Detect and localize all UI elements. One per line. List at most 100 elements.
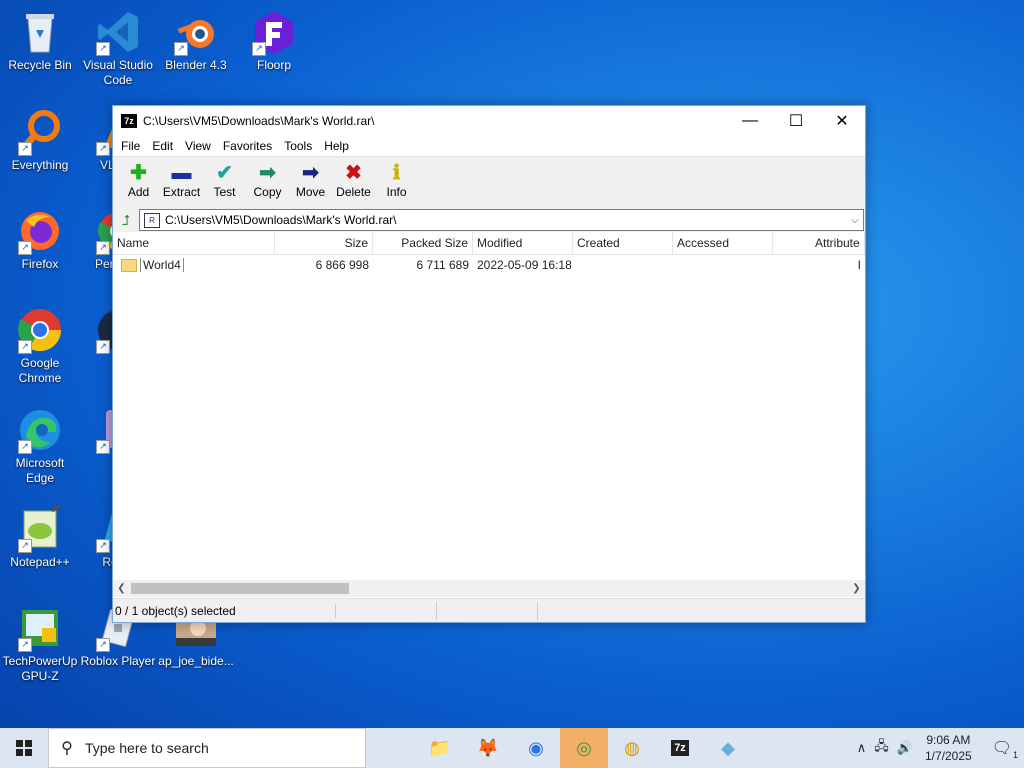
row-attributes: I — [857, 258, 861, 272]
shortcut-arrow-icon: ↗ — [96, 340, 110, 354]
info-button[interactable]: ℹ Info — [375, 157, 418, 207]
menu-help[interactable]: Help — [318, 139, 355, 153]
shortcut-arrow-icon: ↗ — [174, 42, 188, 56]
shortcut-arrow-icon: ↗ — [96, 539, 110, 553]
info-icon: ℹ — [392, 162, 401, 184]
desktop-icon-label: Everything — [11, 158, 69, 172]
file-name: World4 — [140, 257, 184, 273]
app-blue-icon[interactable]: ◆ — [704, 728, 752, 768]
desktop-icon-gpu-z[interactable]: ↗ TechPowerUp GPU-Z — [2, 604, 78, 684]
menu-file[interactable]: File — [115, 139, 146, 153]
table-row[interactable]: World4 6 866 998 6 711 689 2022-05-09 16… — [113, 255, 865, 275]
desktop-icon-notepad-plus-plus[interactable]: ↗ Notepad++ — [2, 503, 78, 570]
volume-icon[interactable]: 🔊 — [893, 740, 917, 756]
desktop-icon-recycle-bin[interactable]: Recycle Bin — [2, 8, 78, 73]
column-header-created[interactable]: Created — [573, 232, 673, 254]
add-button[interactable]: ✚ Add — [117, 157, 160, 207]
desktop-icon-floorp[interactable]: ↗ Floorp — [236, 8, 312, 73]
test-label: Test — [213, 185, 236, 199]
search-icon: ⚲ — [61, 740, 73, 757]
status-bar: 0 / 1 object(s) selected — [113, 598, 865, 622]
app-green-icon[interactable]: ◎ — [560, 728, 608, 768]
window-titlebar[interactable]: 7z C:\Users\VM5\Downloads\Mark's World.r… — [113, 106, 865, 136]
folder-icon — [121, 259, 137, 273]
desktop-icon-label: Google Chrome — [18, 356, 62, 385]
column-header-attributes[interactable]: Attribute — [773, 232, 865, 254]
desktop-icon-label: Firefox — [21, 257, 59, 271]
app-yellow-icon[interactable]: ◍ — [608, 728, 656, 768]
extract-button[interactable]: ▬ Extract — [160, 157, 203, 207]
minimize-button[interactable]: — — [727, 106, 773, 136]
desktop-icon-label: ap_joe_bide... — [158, 654, 234, 668]
desktop-icon-everything[interactable]: ↗ Everything — [2, 108, 78, 173]
firefox-icon[interactable]: 🦊 — [464, 728, 512, 768]
shortcut-arrow-icon: ↗ — [96, 142, 110, 156]
column-header-packed-size[interactable]: Packed Size — [373, 232, 473, 254]
desktop-icon-blender[interactable]: ↗ Blender 4.3 — [158, 8, 234, 73]
test-button[interactable]: ✔ Test — [203, 157, 246, 207]
copy-arrow-icon: ➡ — [259, 162, 276, 184]
desktop-icon-label: Roblox Player — [80, 654, 156, 668]
shortcut-arrow-icon: ↗ — [96, 440, 110, 454]
desktop-icon-label: Recycle Bin — [8, 58, 72, 72]
move-button[interactable]: ➡ Move — [289, 157, 332, 207]
desktop-icon-label: Floorp — [256, 58, 291, 72]
menu-view[interactable]: View — [179, 139, 217, 153]
copy-label: Copy — [253, 185, 282, 199]
sevenzip-taskbar-button[interactable]: 7z — [656, 728, 704, 768]
desktop-icon-label: Notepad++ — [10, 555, 70, 569]
archive-icon: R — [144, 212, 160, 228]
address-field[interactable]: R C:\Users\VM5\Downloads\Mark's World.ra… — [139, 209, 864, 231]
clock-time: 9:06 AM — [926, 733, 971, 747]
everything-search-icon: ↗ — [16, 108, 64, 156]
notification-count: 1 — [1012, 750, 1018, 760]
column-header-name[interactable]: Name — [113, 232, 275, 254]
clock[interactable]: 9:06 AM 1/7/2025 — [917, 732, 980, 764]
shortcut-arrow-icon: ↗ — [96, 638, 110, 652]
taskbar-search[interactable]: ⚲ Type here to search — [48, 728, 366, 768]
chevron-up-icon[interactable]: ∧ — [853, 740, 871, 756]
shortcut-arrow-icon: ↗ — [18, 340, 32, 354]
maximize-button[interactable]: ☐ — [773, 106, 819, 136]
column-header-modified[interactable]: Modified — [473, 232, 573, 254]
file-explorer-icon[interactable]: 📁 — [416, 728, 464, 768]
desktop-icon-microsoft-edge[interactable]: ↗ Microsoft Edge — [2, 406, 78, 486]
delete-button[interactable]: ✖ Delete — [332, 157, 375, 207]
desktop-icon-vscode[interactable]: ↗ Visual Studio Code — [80, 8, 156, 88]
desktop-icon-label: TechPowerUp GPU-Z — [2, 654, 78, 683]
notepad-plus-plus-icon: ↗ — [16, 503, 64, 553]
up-folder-icon[interactable]: ⮥ — [113, 212, 139, 229]
sevenzip-window: 7z C:\Users\VM5\Downloads\Mark's World.r… — [112, 105, 866, 623]
desktop-icon-google-chrome[interactable]: ↗ Google Chrome — [2, 306, 78, 386]
notification-icon[interactable]: 🗨 1 — [980, 738, 1024, 760]
address-bar: ⮥ R C:\Users\VM5\Downloads\Mark's World.… — [113, 207, 865, 233]
menu-edit[interactable]: Edit — [146, 139, 179, 153]
address-text: C:\Users\VM5\Downloads\Mark's World.rar\ — [165, 213, 397, 227]
menu-tools[interactable]: Tools — [278, 139, 318, 153]
horizontal-scrollbar[interactable]: ❮ ❯ — [113, 580, 865, 597]
row-size: 6 866 998 — [315, 258, 369, 272]
start-button[interactable] — [0, 728, 48, 768]
desktop-icon-firefox[interactable]: ↗ Firefox — [2, 207, 78, 272]
chrome-icon[interactable]: ◉ — [512, 728, 560, 768]
gpu-z-icon: ↗ — [16, 604, 64, 652]
network-icon[interactable]: 🖧 — [870, 737, 893, 759]
shortcut-arrow-icon: ↗ — [18, 241, 32, 255]
copy-button[interactable]: ➡ Copy — [246, 157, 289, 207]
recycle-bin-icon — [16, 8, 64, 56]
menu-favorites[interactable]: Favorites — [217, 139, 278, 153]
desktop-icon-label: Blender 4.3 — [165, 58, 227, 72]
shortcut-arrow-icon: ↗ — [252, 42, 266, 56]
column-header-accessed[interactable]: Accessed — [673, 232, 773, 254]
edge-icon: ↗ — [16, 406, 64, 454]
scroll-right-icon[interactable]: ❯ — [848, 580, 865, 597]
system-tray: ∧ 🖧 🔊 9:06 AM 1/7/2025 🗨 1 — [853, 728, 1024, 768]
scrollbar-thumb[interactable] — [131, 583, 349, 594]
column-header-size[interactable]: Size — [275, 232, 373, 254]
close-button[interactable]: ✕ — [819, 106, 865, 136]
taskbar: ⚲ Type here to search 📁 🦊 ◉ ◎ ◍ 7z ◆ ∧ 🖧… — [0, 728, 1024, 768]
scroll-left-icon[interactable]: ❮ — [113, 580, 130, 597]
plus-icon: ✚ — [130, 162, 147, 184]
file-list: Name Size Packed Size Modified Created A… — [113, 232, 865, 580]
chevron-down-icon[interactable]: ⌵ — [847, 215, 863, 226]
